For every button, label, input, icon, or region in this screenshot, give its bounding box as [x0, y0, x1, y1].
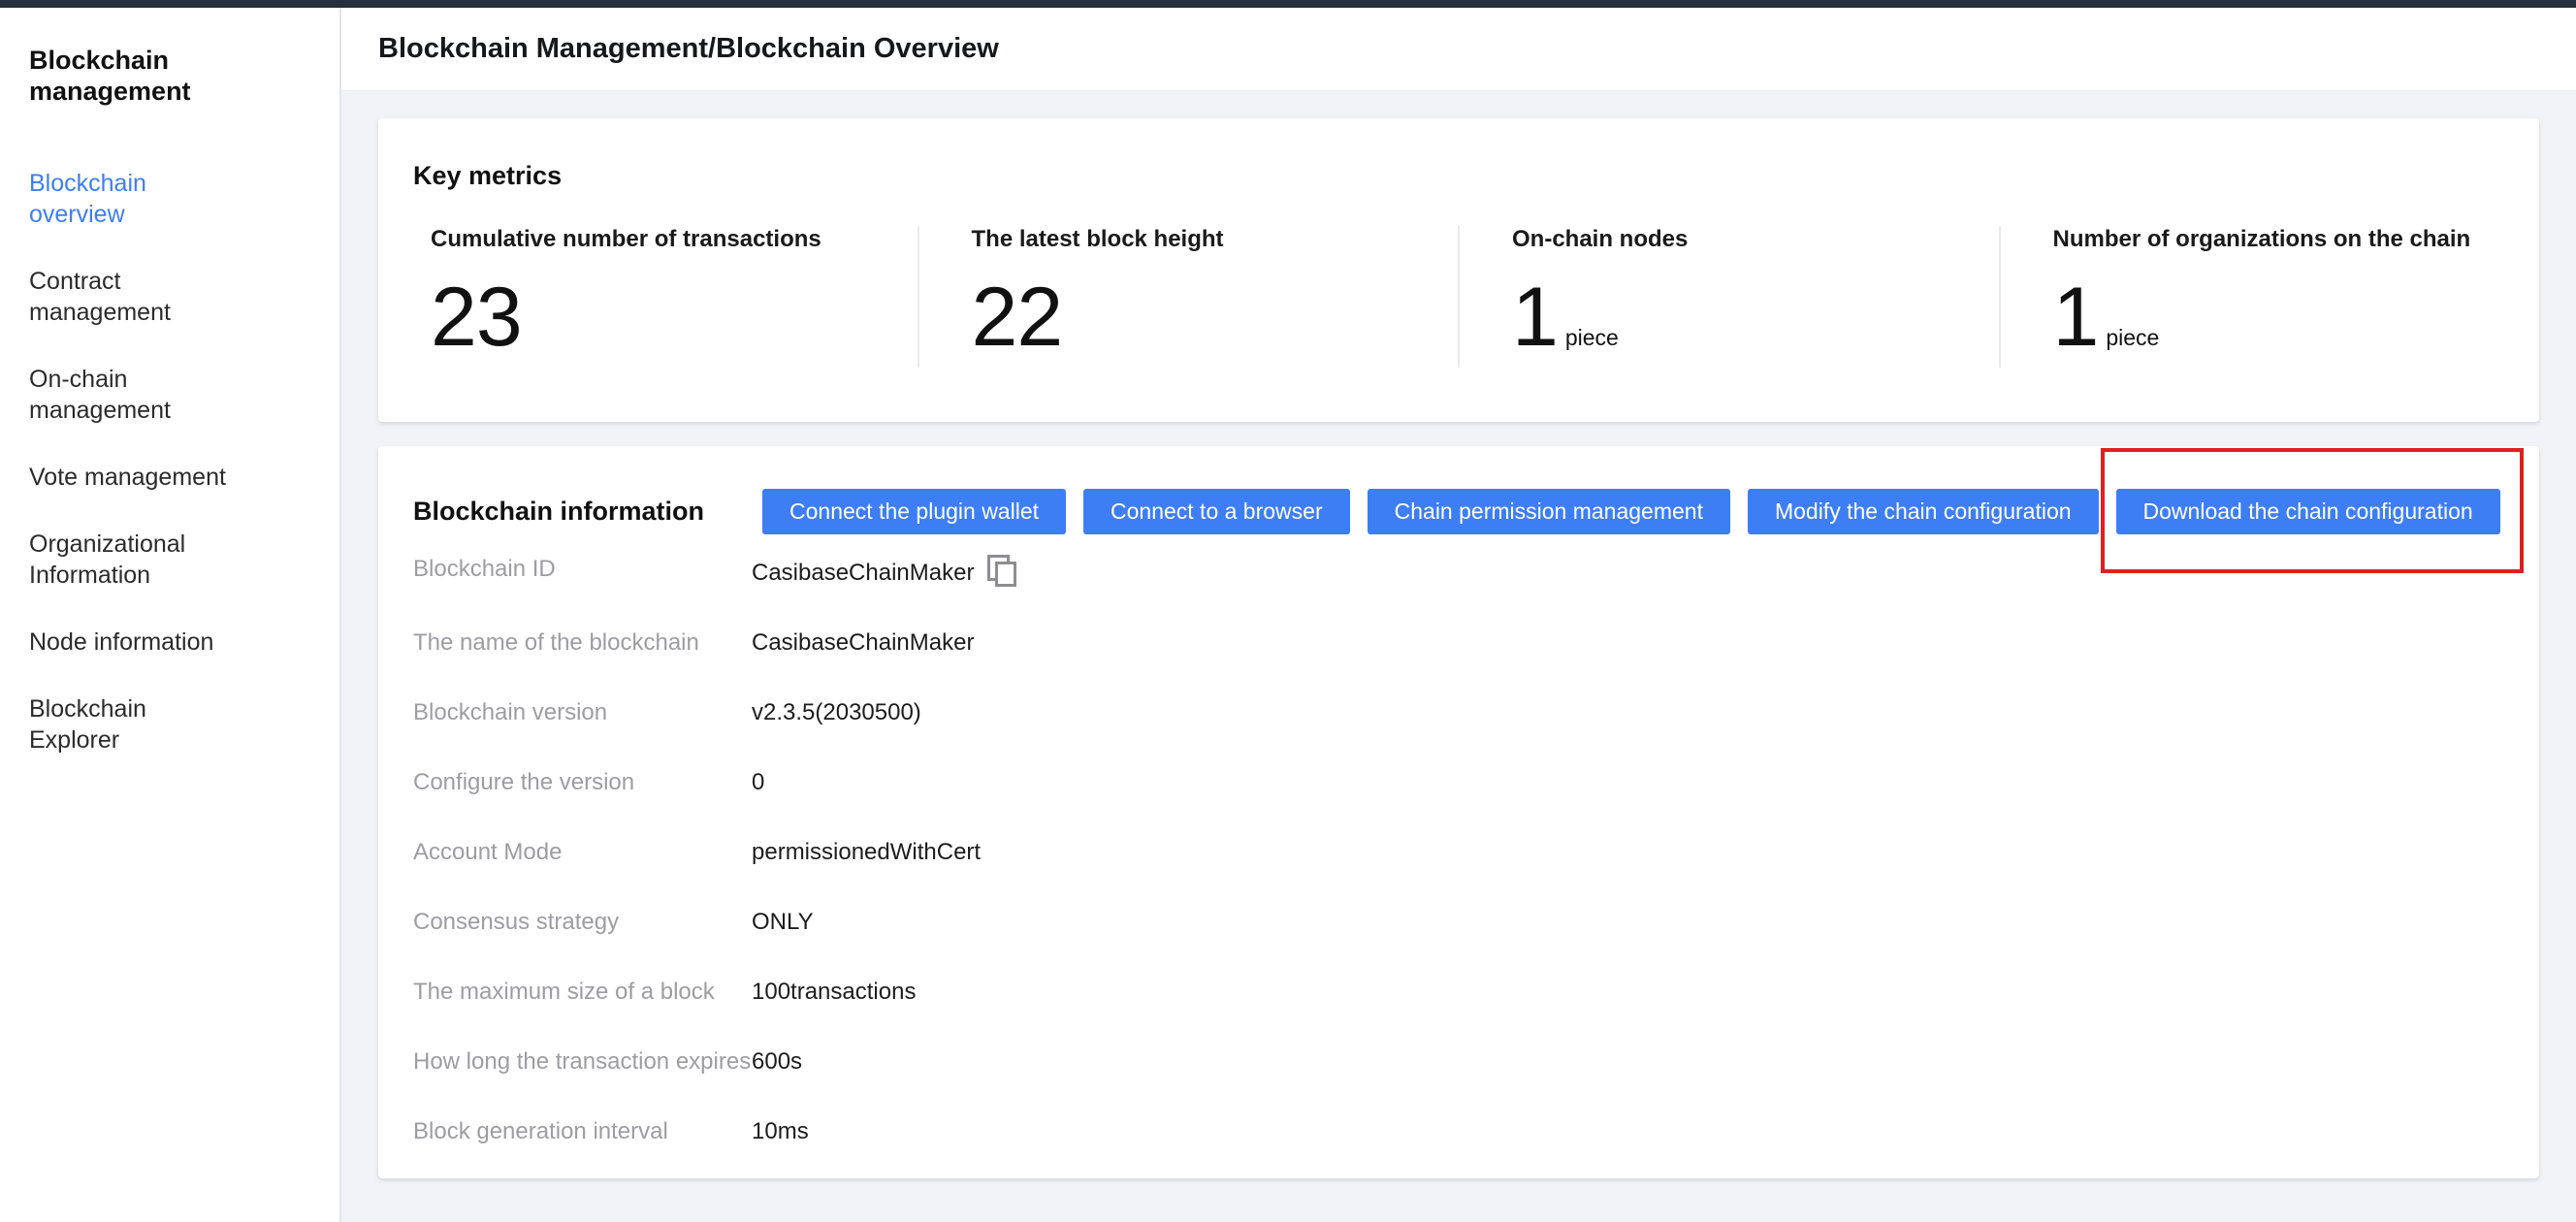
- field-label: Consensus strategy: [413, 908, 752, 936]
- field-label: Blockchain version: [413, 698, 752, 726]
- field-row-blockchain-version: Blockchain version v2.3.5(2030500): [413, 698, 2504, 726]
- metric-unit: piece: [1565, 325, 1619, 350]
- field-value: CasibaseChainMaker: [752, 555, 1016, 587]
- highlighted-button-wrap: Download the chain configuration: [2116, 489, 2500, 534]
- field-label: Configure the version: [413, 768, 752, 796]
- field-value: 100transactions: [752, 978, 916, 1006]
- metric-label: The latest block height: [972, 226, 1459, 253]
- metric-label: On-chain nodes: [1512, 226, 1999, 253]
- key-metrics-title: Key metrics: [378, 161, 2539, 191]
- field-value: v2.3.5(2030500): [752, 698, 921, 726]
- metric-value: 23: [431, 271, 522, 364]
- metric-value: 1: [2053, 271, 2099, 364]
- metric-latest-block-height: The latest block height 22: [918, 226, 1459, 368]
- metric-value: 1: [1512, 271, 1558, 364]
- sidebar-item-node-information[interactable]: Node information: [29, 627, 235, 658]
- field-row-block-generation-interval: Block generation interval 10ms: [413, 1117, 2504, 1145]
- browser-top-bar: [0, 0, 2576, 8]
- metric-value-line: 1 piece: [2053, 273, 2540, 362]
- sidebar-item-contract-management[interactable]: Contract management: [29, 266, 235, 328]
- metric-on-chain-nodes: On-chain nodes 1 piece: [1458, 226, 1999, 368]
- sidebar: Blockchain management Blockchain overvie…: [0, 8, 341, 1222]
- metric-value-line: 23: [431, 273, 918, 362]
- blockchain-info-title: Blockchain information: [413, 497, 762, 527]
- copy-icon[interactable]: [987, 555, 1016, 584]
- field-row-account-mode: Account Mode permissionedWithCert: [413, 838, 2504, 866]
- field-label: Account Mode: [413, 838, 752, 866]
- field-row-blockchain-name: The name of the blockchain CasibaseChain…: [413, 628, 2504, 657]
- blockchain-info-fields: Blockchain ID CasibaseChainMaker The nam…: [413, 555, 2504, 1145]
- metric-value: 22: [972, 271, 1063, 364]
- breadcrumb: Blockchain Management/Blockchain Overvie…: [378, 33, 999, 65]
- blockchain-info-card: Blockchain information Connect the plugi…: [378, 446, 2539, 1178]
- metric-cumulative-transactions: Cumulative number of transactions 23: [378, 226, 918, 368]
- metric-label: Number of organizations on the chain: [2053, 226, 2540, 253]
- connect-to-browser-button[interactable]: Connect to a browser: [1083, 489, 1350, 534]
- field-row-max-block-size: The maximum size of a block 100transacti…: [413, 978, 2504, 1006]
- metric-unit: piece: [2106, 325, 2159, 350]
- page-header: Blockchain Management/Blockchain Overvie…: [341, 8, 2576, 91]
- connect-plugin-wallet-button[interactable]: Connect the plugin wallet: [762, 489, 1066, 534]
- app-layout: Blockchain management Blockchain overvie…: [0, 8, 2576, 1222]
- action-buttons-row: Connect the plugin wallet Connect to a b…: [762, 489, 2500, 534]
- field-label: How long the transaction expires: [413, 1047, 752, 1076]
- metric-value-line: 22: [972, 273, 1459, 362]
- field-label: The maximum size of a block: [413, 978, 752, 1006]
- field-value: 600s: [752, 1047, 802, 1076]
- field-label: Block generation interval: [413, 1117, 752, 1145]
- key-metrics-card: Key metrics Cumulative number of transac…: [378, 118, 2539, 422]
- sidebar-nav: Blockchain overview Contract management …: [29, 168, 310, 756]
- sidebar-item-blockchain-overview[interactable]: Blockchain overview: [29, 168, 235, 230]
- field-value: 10ms: [752, 1117, 809, 1145]
- field-value: ONLY: [752, 908, 814, 936]
- blockchain-id-value: CasibaseChainMaker: [752, 560, 974, 586]
- chain-permission-management-button[interactable]: Chain permission management: [1368, 489, 1730, 534]
- field-label: Blockchain ID: [413, 555, 752, 583]
- field-value: CasibaseChainMaker: [752, 628, 974, 657]
- metric-label: Cumulative number of transactions: [431, 226, 918, 253]
- sidebar-item-on-chain-management[interactable]: On-chain management: [29, 364, 235, 426]
- main-area: Blockchain Management/Blockchain Overvie…: [341, 8, 2576, 1222]
- sidebar-item-vote-management[interactable]: Vote management: [29, 462, 235, 493]
- field-row-consensus-strategy: Consensus strategy ONLY: [413, 908, 2504, 936]
- metric-value-line: 1 piece: [1512, 273, 1999, 362]
- field-label: The name of the blockchain: [413, 628, 752, 657]
- field-row-transaction-expiry: How long the transaction expires 600s: [413, 1047, 2504, 1076]
- metric-organizations-on-chain: Number of organizations on the chain 1 pi…: [1999, 226, 2540, 368]
- field-value: permissionedWithCert: [752, 838, 981, 866]
- field-row-blockchain-id: Blockchain ID CasibaseChainMaker: [413, 555, 2504, 587]
- sidebar-title: Blockchain management: [29, 45, 310, 107]
- page-content: Key metrics Cumulative number of transac…: [341, 91, 2576, 1222]
- sidebar-item-blockchain-explorer[interactable]: Blockchain Explorer: [29, 693, 235, 756]
- field-value: 0: [752, 768, 764, 796]
- blockchain-info-header: Blockchain information Connect the plugi…: [413, 489, 2504, 534]
- field-row-configure-version: Configure the version 0: [413, 768, 2504, 796]
- sidebar-item-organizational-information[interactable]: Organizational Information: [29, 529, 235, 591]
- modify-chain-configuration-button[interactable]: Modify the chain configuration: [1748, 489, 2099, 534]
- metrics-row: Cumulative number of transactions 23 The…: [378, 226, 2539, 368]
- download-chain-configuration-button[interactable]: Download the chain configuration: [2116, 489, 2500, 534]
